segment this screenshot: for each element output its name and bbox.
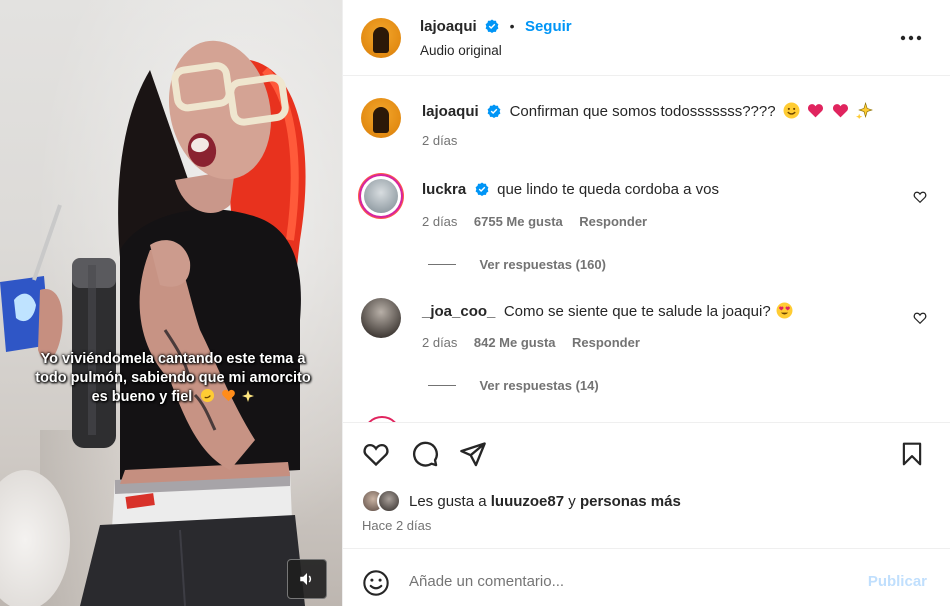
audio-toggle-button[interactable]	[287, 559, 327, 599]
overlay-line-3-text: es bueno y fiel	[91, 389, 193, 405]
bookmark-icon	[902, 442, 922, 466]
view-replies-button[interactable]: Ver respuestas (160)	[428, 256, 606, 274]
comment-reply-button[interactable]: Responder	[579, 214, 647, 229]
likes-prefix: Les gusta a	[409, 493, 487, 510]
heart-emoji-icon	[808, 104, 824, 118]
comment-text: Como se siente que te salude la joaqui?	[503, 303, 771, 320]
comment-avatar[interactable]	[361, 298, 401, 338]
follow-button[interactable]: Seguir	[525, 18, 572, 35]
send-icon	[460, 442, 486, 467]
overlay-line-2: todo pulmón, sabiendo que mi amorcito	[35, 370, 311, 386]
header-username[interactable]: lajoaqui	[420, 18, 477, 35]
verified-badge-icon	[487, 104, 501, 118]
post-header: lajoaqui • Seguir Audio original	[343, 0, 950, 76]
more-options-icon	[900, 35, 922, 41]
sparkles-emoji-icon	[856, 102, 874, 119]
comment-avatar[interactable]	[361, 176, 401, 216]
overlay-line-1: Yo viviéndomela cantando este tema a	[40, 351, 306, 367]
emoji-picker-button[interactable]	[361, 568, 391, 598]
comment-like-heart-icon[interactable]	[913, 311, 927, 325]
heart-emoji-icon	[832, 104, 848, 118]
share-button[interactable]	[458, 439, 488, 469]
overlay-line-3: es bueno y fiel	[18, 388, 328, 407]
comment-meta: 2 días 842 Me gusta Responder	[422, 334, 640, 352]
comment-like-heart-icon[interactable]	[913, 190, 927, 204]
view-replies-label: Ver respuestas (160)	[479, 257, 606, 272]
likes-others[interactable]: personas más	[580, 493, 681, 510]
verified-badge-icon	[485, 19, 499, 33]
comment-text: que lindo te queda cordoba a vos	[497, 181, 719, 198]
comment-row: luckra que lindo te queda cordoba a vos	[422, 181, 719, 199]
author-avatar[interactable]	[361, 18, 401, 58]
post-media[interactable]: Yo viviéndomela cantando este tema a tod…	[0, 0, 342, 606]
emoji-icon	[363, 570, 389, 596]
comment-username[interactable]: luckra	[422, 181, 466, 198]
orange-heart-icon	[222, 389, 236, 402]
header-separator: •	[509, 18, 515, 34]
view-replies-button[interactable]: Ver respuestas (14)	[428, 377, 599, 395]
heart-eyes-emoji-icon	[776, 302, 793, 319]
likes-user[interactable]: luuuzoe87	[491, 493, 564, 510]
likes-connector: y	[568, 493, 576, 510]
liked-by-text: Les gusta a luuuzoe87 y personas más	[409, 493, 681, 510]
caption-row: lajoaqui Confirman que somos todosssssss…	[422, 102, 874, 121]
grinning-emoji-icon	[783, 102, 800, 119]
caption-author-avatar[interactable]	[361, 98, 401, 138]
header-user-row: lajoaqui • Seguir	[420, 18, 572, 36]
heart-icon	[363, 443, 389, 467]
sparkle-icon	[242, 390, 255, 402]
add-comment-bar: Publicar	[343, 548, 950, 606]
audio-subtitle[interactable]: Audio original	[420, 43, 502, 58]
comment-icon	[413, 441, 438, 467]
speaker-icon	[300, 573, 312, 585]
comment-reply-button[interactable]: Responder	[572, 335, 640, 350]
comment-meta: 2 días 6755 Me gusta Responder	[422, 213, 647, 231]
post-actions: Les gusta a luuuzoe87 y personas más Hac…	[343, 422, 950, 542]
publish-button[interactable]: Publicar	[868, 573, 927, 590]
comment-input[interactable]	[409, 573, 829, 590]
comment-time[interactable]: 2 días	[422, 214, 457, 229]
save-button[interactable]	[897, 439, 927, 469]
smirk-emoji-icon	[201, 388, 215, 403]
verified-badge-icon	[475, 182, 489, 196]
comment-time[interactable]: 2 días	[422, 335, 457, 350]
comment-likes[interactable]: 6755 Me gusta	[474, 214, 563, 229]
media-person-illustration	[0, 40, 306, 606]
replies-divider	[428, 385, 456, 387]
liked-by-avatars[interactable]	[361, 489, 405, 513]
like-button[interactable]	[361, 439, 391, 469]
view-replies-label: Ver respuestas (14)	[479, 378, 599, 393]
comment-button[interactable]	[410, 439, 440, 469]
comment-row: _joa_coo_ Como se siente que te salude l…	[422, 302, 793, 321]
post-details-panel: lajoaqui • Seguir Audio original lajoaqu…	[342, 0, 950, 606]
comment-username[interactable]: _joa_coo_	[422, 303, 495, 320]
caption-text: Confirman que somos todosssssss????	[509, 103, 776, 120]
caption-username[interactable]: lajoaqui	[422, 103, 479, 120]
liker-avatar	[377, 489, 401, 513]
caption-time[interactable]: 2 días	[422, 133, 457, 148]
post-date[interactable]: Hace 2 días	[362, 518, 431, 533]
replies-divider	[428, 264, 456, 266]
media-overlay-caption: Yo viviéndomela cantando este tema a tod…	[18, 350, 328, 407]
more-options-button[interactable]	[896, 28, 926, 48]
comment-likes[interactable]: 842 Me gusta	[474, 335, 556, 350]
